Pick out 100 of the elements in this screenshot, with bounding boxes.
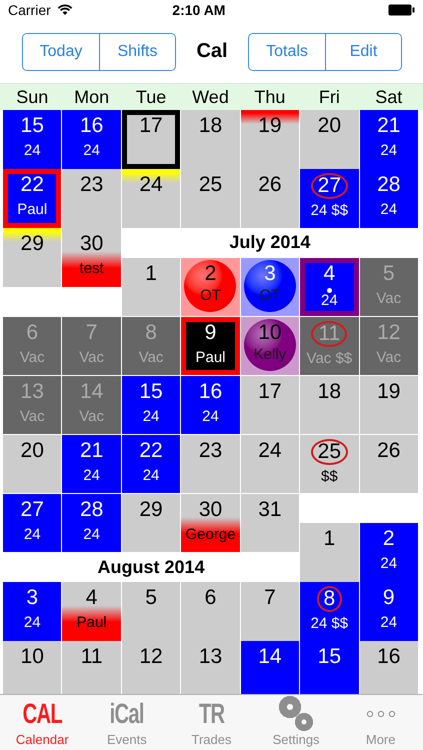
day-number: 26: [257, 172, 283, 198]
segment-button[interactable]: Shifts: [99, 34, 175, 70]
day-label: test: [80, 259, 104, 279]
day-cell[interactable]: 17: [240, 376, 300, 434]
day-cell[interactable]: 6: [181, 582, 240, 640]
day-cell[interactable]: 16: [360, 641, 418, 694]
day-cell[interactable]: 1: [300, 523, 359, 582]
day-number: 25: [310, 438, 348, 464]
day-number: 22: [138, 438, 164, 464]
tab-item[interactable]: CAL Calendar: [0, 695, 85, 750]
day-number: 26: [376, 438, 402, 464]
day-cell[interactable]: 30 George: [181, 494, 240, 552]
day-number: 3: [25, 585, 40, 611]
day-cell[interactable]: 20: [300, 110, 359, 168]
day-cell[interactable]: 8 24 $$: [300, 582, 359, 640]
day-number: 10: [20, 644, 45, 670]
wifi-icon: [56, 4, 73, 16]
day-cell[interactable]: 19: [360, 376, 418, 434]
day-label: 24: [83, 141, 100, 161]
day-number: 9: [382, 585, 396, 611]
weekday-label: Sun: [15, 86, 50, 108]
day-cell[interactable]: 26: [360, 434, 418, 493]
day-cell[interactable]: 4 Paul: [62, 582, 121, 640]
day-number: 23: [198, 438, 224, 464]
day-label: Vac: [20, 406, 45, 426]
day-cell[interactable]: 18: [300, 376, 359, 434]
day-cell[interactable]: 28 24: [62, 494, 121, 552]
day-cell[interactable]: 29: [122, 494, 180, 552]
day-number: 19: [376, 378, 402, 404]
day-cell[interactable]: 2 24: [360, 523, 418, 582]
day-cell[interactable]: 30 test: [62, 228, 121, 286]
day-label: OT: [200, 286, 221, 306]
day-cell[interactable]: 9 Paul: [181, 316, 240, 375]
day-cell[interactable]: 14: [240, 641, 300, 694]
day-label: Vac: [138, 348, 164, 368]
day-number: 10: [257, 320, 283, 344]
day-cell[interactable]: 16 24: [181, 376, 240, 434]
battery-icon: [388, 4, 415, 16]
day-cell[interactable]: 11: [62, 641, 121, 694]
day-label: $$: [321, 466, 338, 486]
day-cell[interactable]: 10: [3, 641, 62, 694]
day-cell[interactable]: 31: [240, 494, 300, 552]
day-cell[interactable]: 22 Paul: [3, 169, 62, 228]
day-number: 27: [310, 173, 348, 199]
day-cell[interactable]: 22 24: [122, 434, 180, 493]
day-cell[interactable]: 21 24: [62, 434, 121, 493]
day-cell[interactable]: 4 24: [300, 258, 359, 316]
day-cell[interactable]: 5: [122, 582, 180, 640]
day-number: 18: [316, 378, 342, 404]
day-cell[interactable]: 18: [181, 110, 240, 168]
day-number: 5: [144, 585, 158, 611]
day-cell[interactable]: 13: [181, 641, 240, 694]
day-cell[interactable]: 23: [181, 434, 240, 493]
day-label: Paul: [76, 613, 107, 633]
day-number: 25: [198, 172, 224, 198]
day-cell[interactable]: 28 24: [360, 169, 418, 228]
day-number: 19: [257, 113, 283, 139]
day-cell[interactable]: 24: [240, 434, 300, 493]
day-cell[interactable]: 15 24: [3, 110, 62, 168]
day-number: 5: [382, 260, 396, 286]
segmented-control[interactable]: Today Shifts: [22, 32, 176, 70]
day-cell[interactable]: 25: [181, 169, 240, 228]
day-cell[interactable]: 2 OT: [181, 258, 240, 316]
segment-button[interactable]: Edit: [325, 34, 401, 70]
day-number: 17: [257, 378, 283, 404]
day-label: Paul: [195, 348, 226, 368]
day-cell[interactable]: 9 24: [360, 582, 418, 640]
tab-glyph: TR: [198, 698, 224, 730]
day-label: Vac: [20, 348, 45, 368]
day-cell[interactable]: 19: [240, 110, 300, 168]
day-cell[interactable]: 27 24: [3, 494, 62, 552]
day-cell[interactable]: 10 Kelly: [240, 316, 300, 375]
day-cell[interactable]: 29: [3, 228, 62, 286]
day-cell[interactable]: 3 OT: [240, 258, 300, 316]
day-cell[interactable]: 23: [62, 169, 121, 228]
day-cell[interactable]: 16 24: [62, 110, 121, 168]
day-cell[interactable]: 24: [122, 169, 180, 228]
day-number: 24: [138, 172, 164, 198]
day-number: 21: [376, 113, 402, 139]
day-number: 21: [78, 438, 104, 464]
day-cell[interactable]: 15: [300, 641, 359, 694]
tab-label: More: [366, 732, 396, 747]
day-number: 6: [25, 320, 40, 346]
day-label: 24: [380, 554, 398, 574]
day-number: 20: [316, 113, 342, 139]
weekday-label: Thu: [253, 86, 286, 108]
day-number: 12: [376, 320, 402, 346]
day-cell[interactable]: 15 24: [122, 376, 180, 434]
day-cell[interactable]: 7: [240, 582, 300, 640]
day-cell[interactable]: 1: [122, 258, 180, 316]
day-cell[interactable]: 20: [3, 434, 62, 493]
day-cell[interactable]: 26: [240, 169, 300, 228]
day-cell[interactable]: 17: [122, 110, 180, 168]
day-cell[interactable]: 25 $$: [300, 434, 359, 493]
segmented-control[interactable]: Totals Edit: [248, 32, 402, 70]
day-cell[interactable]: 12: [122, 641, 180, 694]
day-label: Vac: [376, 288, 402, 308]
day-cell[interactable]: 3 24: [3, 582, 62, 640]
day-cell[interactable]: 21 24: [360, 110, 418, 168]
day-cell[interactable]: 27 24 $$: [300, 169, 359, 228]
